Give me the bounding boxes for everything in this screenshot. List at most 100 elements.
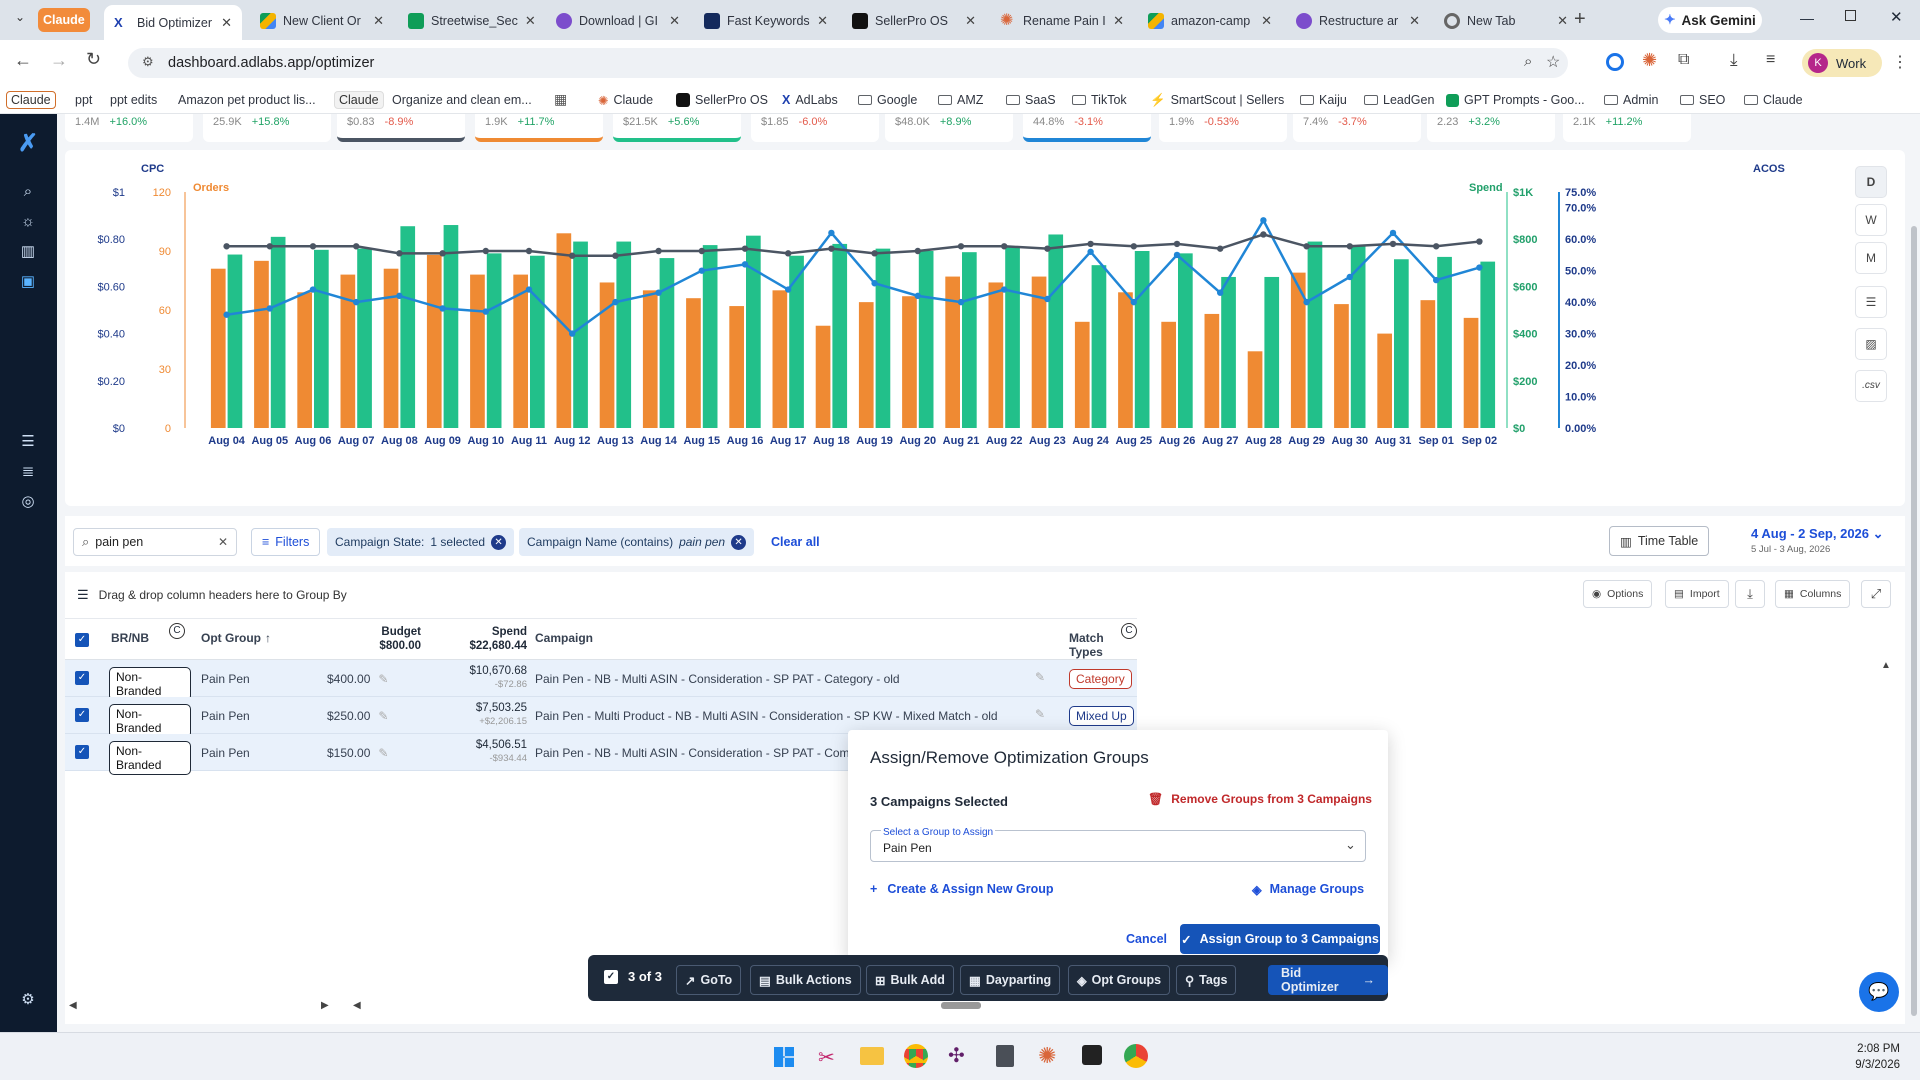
- optimizer-monitor-icon[interactable]: ▣: [18, 272, 38, 292]
- bookmark-star-icon[interactable]: ☆: [1546, 52, 1560, 72]
- bookmark-claude-3[interactable]: ✺ Claude: [598, 90, 653, 110]
- cancel-button[interactable]: Cancel: [1126, 932, 1167, 946]
- bookmark-admin[interactable]: Admin: [1604, 90, 1658, 110]
- close-tab-icon[interactable]: ✕: [1113, 13, 1124, 29]
- close-tab-icon[interactable]: ✕: [965, 13, 976, 29]
- clear-search-icon[interactable]: ✕: [218, 535, 228, 549]
- column-menu-icon[interactable]: C: [1121, 623, 1137, 639]
- col-header-brnb[interactable]: BR/NB: [111, 631, 149, 645]
- goto-button[interactable]: ↗ GoTo: [676, 965, 742, 995]
- bookmark-sellerpro[interactable]: SellerPro OS: [676, 90, 768, 110]
- tab-new-tab[interactable]: New Tab ✕: [1434, 6, 1578, 36]
- brnb-pill[interactable]: Non-Branded: [109, 667, 191, 701]
- tab-sellerpro[interactable]: SellerPro OS ✕: [842, 6, 986, 36]
- opt-group-cell[interactable]: Pain Pen: [201, 709, 250, 723]
- scroll-right-arrow-icon[interactable]: ▶: [321, 1000, 329, 1011]
- bookmark-google[interactable]: Google: [858, 90, 917, 110]
- browser-menu-icon[interactable]: ⋮: [1892, 52, 1908, 72]
- opt-groups-button[interactable]: ◈ Opt Groups: [1068, 965, 1171, 995]
- bookmark-amazon-pet[interactable]: Amazon pet product lis...: [178, 90, 316, 110]
- file-explorer-icon[interactable]: [860, 1047, 884, 1065]
- close-tab-icon[interactable]: ✕: [1409, 13, 1420, 29]
- bulk-actions-button[interactable]: ▤ Bulk Actions: [750, 965, 861, 995]
- onepassword-icon[interactable]: [1606, 53, 1624, 71]
- filters-button[interactable]: ≡ Filters: [251, 528, 321, 556]
- edit-pencil-icon[interactable]: ✎: [378, 746, 388, 760]
- forward-arrow-icon[interactable]: →: [50, 50, 68, 71]
- grid-columns-button[interactable]: ▦ Columns: [1775, 580, 1851, 608]
- search-input[interactable]: ⌕ pain pen ✕: [73, 528, 237, 556]
- grid-options-button[interactable]: ◉ Options: [1583, 580, 1653, 608]
- kpi-card[interactable]: 1.4M +16.0%: [65, 114, 193, 142]
- address-bar[interactable]: ⚙ dashboard.adlabs.app/optimizer ⌕ ☆: [128, 48, 1568, 78]
- extensions-puzzle-icon[interactable]: ⧉: [1678, 51, 1689, 69]
- kpi-card[interactable]: 2.23 +3.2%: [1427, 114, 1555, 142]
- reload-icon[interactable]: ↻: [86, 49, 101, 70]
- edit-pencil-icon[interactable]: ✎: [378, 709, 388, 723]
- checklist-icon[interactable]: ☰: [18, 432, 38, 452]
- bookmark-tiktok[interactable]: TikTok: [1072, 90, 1127, 110]
- match-type-badge[interactable]: Category: [1069, 669, 1132, 689]
- bookmark-leadgen[interactable]: LeadGen: [1364, 90, 1434, 110]
- zoom-icon[interactable]: ⌕: [1524, 53, 1532, 70]
- col-header-budget[interactable]: Budget $800.00: [321, 625, 421, 653]
- manage-groups-button[interactable]: ◈ Manage Groups: [1252, 882, 1364, 897]
- bookmark-claude[interactable]: Claude: [6, 90, 56, 110]
- tab-search-chevron-icon[interactable]: ⌄: [10, 10, 30, 30]
- settings-gear-icon[interactable]: ⚙: [18, 990, 38, 1010]
- slack-icon[interactable]: ✣: [948, 1043, 965, 1068]
- bookmark-adlabs[interactable]: X AdLabs: [782, 90, 838, 110]
- time-table-button[interactable]: ▥ Time Table: [1609, 526, 1710, 556]
- col-header-spend[interactable]: Spend $22,680.44: [431, 625, 527, 653]
- filter-chip-campaign-state[interactable]: Campaign State: 1 selected ✕: [327, 528, 515, 556]
- tab-search-icon[interactable]: ≡: [1766, 51, 1775, 69]
- chat-support-button[interactable]: 💬: [1859, 972, 1899, 1012]
- bookmark-seo[interactable]: SEO: [1680, 90, 1725, 110]
- apps-grid-icon[interactable]: ▦: [554, 91, 567, 108]
- tab-new-client[interactable]: New Client Or ✕: [250, 6, 394, 36]
- calculator-icon[interactable]: [996, 1045, 1014, 1067]
- campaign-name-cell[interactable]: Pain Pen - NB - Multi ASIN - Considerati…: [535, 672, 900, 686]
- table-row[interactable]: ✓ Non-Branded Pain Pen $250.00 ✎ $7,503.25 +$2…: [65, 697, 1137, 738]
- kpi-card[interactable]: 7.4% -3.7%: [1293, 114, 1421, 142]
- new-tab-plus-icon[interactable]: +: [1574, 8, 1586, 31]
- bookmark-ppt-edits[interactable]: ppt edits: [110, 90, 157, 110]
- scroll-left-arrow-icon[interactable]: ◀: [69, 1000, 77, 1011]
- kpi-card[interactable]: 25.9K +15.8%: [203, 114, 331, 142]
- series-list-icon[interactable]: ☰: [1855, 286, 1887, 318]
- page-scrollbar[interactable]: [1909, 114, 1919, 1032]
- site-info-icon[interactable]: ⚙: [142, 54, 154, 70]
- fullscreen-icon[interactable]: ⤢: [1861, 580, 1891, 608]
- kpi-card[interactable]: $21.5K +5.6%: [613, 114, 741, 142]
- group-select[interactable]: Select a Group to Assign Pain Pen ⌄: [870, 827, 1366, 862]
- app-dark-icon[interactable]: [1082, 1045, 1102, 1065]
- close-tab-icon[interactable]: ✕: [1557, 13, 1568, 29]
- tags-button[interactable]: ⚲ Tags: [1176, 965, 1237, 995]
- remove-chip-icon[interactable]: ✕: [491, 534, 507, 550]
- bid-optimizer-button[interactable]: Bid Optimizer →: [1268, 965, 1388, 995]
- snipping-tool-icon[interactable]: ✂: [818, 1045, 835, 1070]
- csv-export-button[interactable]: .csv: [1855, 370, 1887, 402]
- period-day-button[interactable]: D: [1855, 166, 1887, 198]
- budget-cell[interactable]: $250.00 ✎: [327, 709, 388, 723]
- edit-pencil-icon[interactable]: ✎: [1035, 707, 1045, 721]
- assign-group-button[interactable]: ✓ Assign Group to 3 Campaigns: [1180, 924, 1380, 954]
- kpi-card[interactable]: $1.85 -6.0%: [751, 114, 879, 142]
- selection-count[interactable]: ✓ 3 of 3: [604, 969, 662, 984]
- campaign-name-cell[interactable]: Pain Pen - NB - Multi ASIN - Considerati…: [535, 746, 856, 760]
- close-tab-icon[interactable]: ✕: [669, 13, 680, 29]
- tab-bid-optimizer[interactable]: X Bid Optimizer ✕: [104, 5, 242, 40]
- col-header-opt-group[interactable]: Opt Group ↑: [201, 631, 271, 645]
- kpi-card[interactable]: $0.83 -8.9%: [337, 114, 465, 142]
- kpi-card[interactable]: 1.9K +11.7%: [475, 114, 603, 142]
- close-tab-icon[interactable]: ✕: [373, 13, 384, 29]
- kpi-card[interactable]: 1.9% -0.53%: [1159, 114, 1287, 142]
- close-tab-icon[interactable]: ✕: [221, 15, 232, 31]
- bookmark-claude-2[interactable]: Claude: [334, 90, 384, 110]
- close-tab-icon[interactable]: ✕: [817, 13, 828, 29]
- brnb-pill[interactable]: Non-Branded: [109, 741, 191, 775]
- lightbulb-icon[interactable]: ☼: [18, 212, 38, 232]
- grid-import-button[interactable]: ▤ Import: [1665, 580, 1729, 608]
- kpi-card[interactable]: 2.1K +11.2%: [1563, 114, 1691, 142]
- download-icon[interactable]: ⤓: [1730, 50, 1738, 70]
